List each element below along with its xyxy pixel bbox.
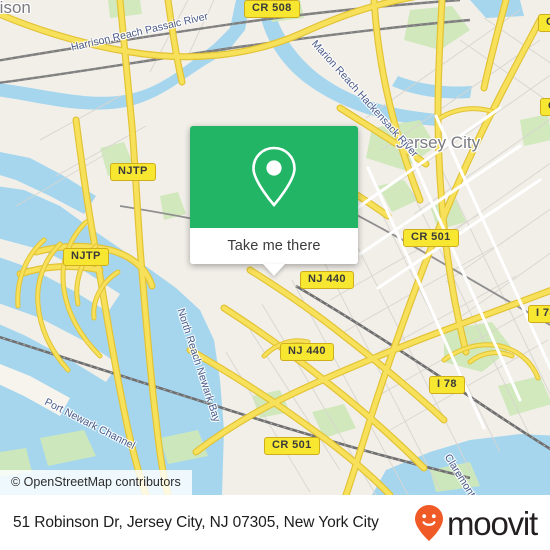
location-popup-card[interactable]: Take me there	[190, 126, 358, 276]
popup-header	[190, 126, 358, 228]
map-canvas[interactable]: Jersey City rison Harrison Reach Passaic…	[0, 0, 550, 495]
highway-shield-i-78-lower: I 78	[429, 376, 465, 394]
highway-shield-nj-440-upper: NJ 440	[300, 271, 354, 289]
take-me-there-label: Take me there	[227, 238, 321, 254]
highway-shield-njtp-south: NJTP	[63, 248, 109, 266]
highway-shield-nj-440-lower: NJ 440	[280, 343, 334, 361]
moovit-brand[interactable]: moovit	[414, 504, 538, 542]
moovit-map-screen: Jersey City rison Harrison Reach Passaic…	[0, 0, 550, 550]
map-pin-icon	[252, 146, 296, 207]
highway-shield-i-78-right: I 78	[528, 305, 550, 323]
address-label: 51 Robinson Dr, Jersey City, NJ 07305, N…	[13, 514, 379, 531]
highway-shield-cr-501-lower: CR 501	[264, 437, 320, 455]
highway-shield-cr-508: CR 508	[244, 0, 300, 18]
highway-shield-njtp-north: NJTP	[110, 163, 156, 181]
osm-attribution[interactable]: © OpenStreetMap contributors	[0, 470, 192, 495]
highway-shield-edge-top: C	[538, 14, 550, 32]
popup-action-row[interactable]: Take me there	[190, 228, 358, 276]
moovit-wordmark: moovit	[447, 504, 538, 542]
highway-shield-cr-501-upper: CR 501	[403, 229, 459, 247]
footer-bar: 51 Robinson Dr, Jersey City, NJ 07305, N…	[0, 495, 550, 550]
popup-tail-pointer	[263, 264, 285, 276]
highway-shield-edge-upper: C	[540, 98, 550, 116]
moovit-pin-logo	[415, 505, 443, 541]
